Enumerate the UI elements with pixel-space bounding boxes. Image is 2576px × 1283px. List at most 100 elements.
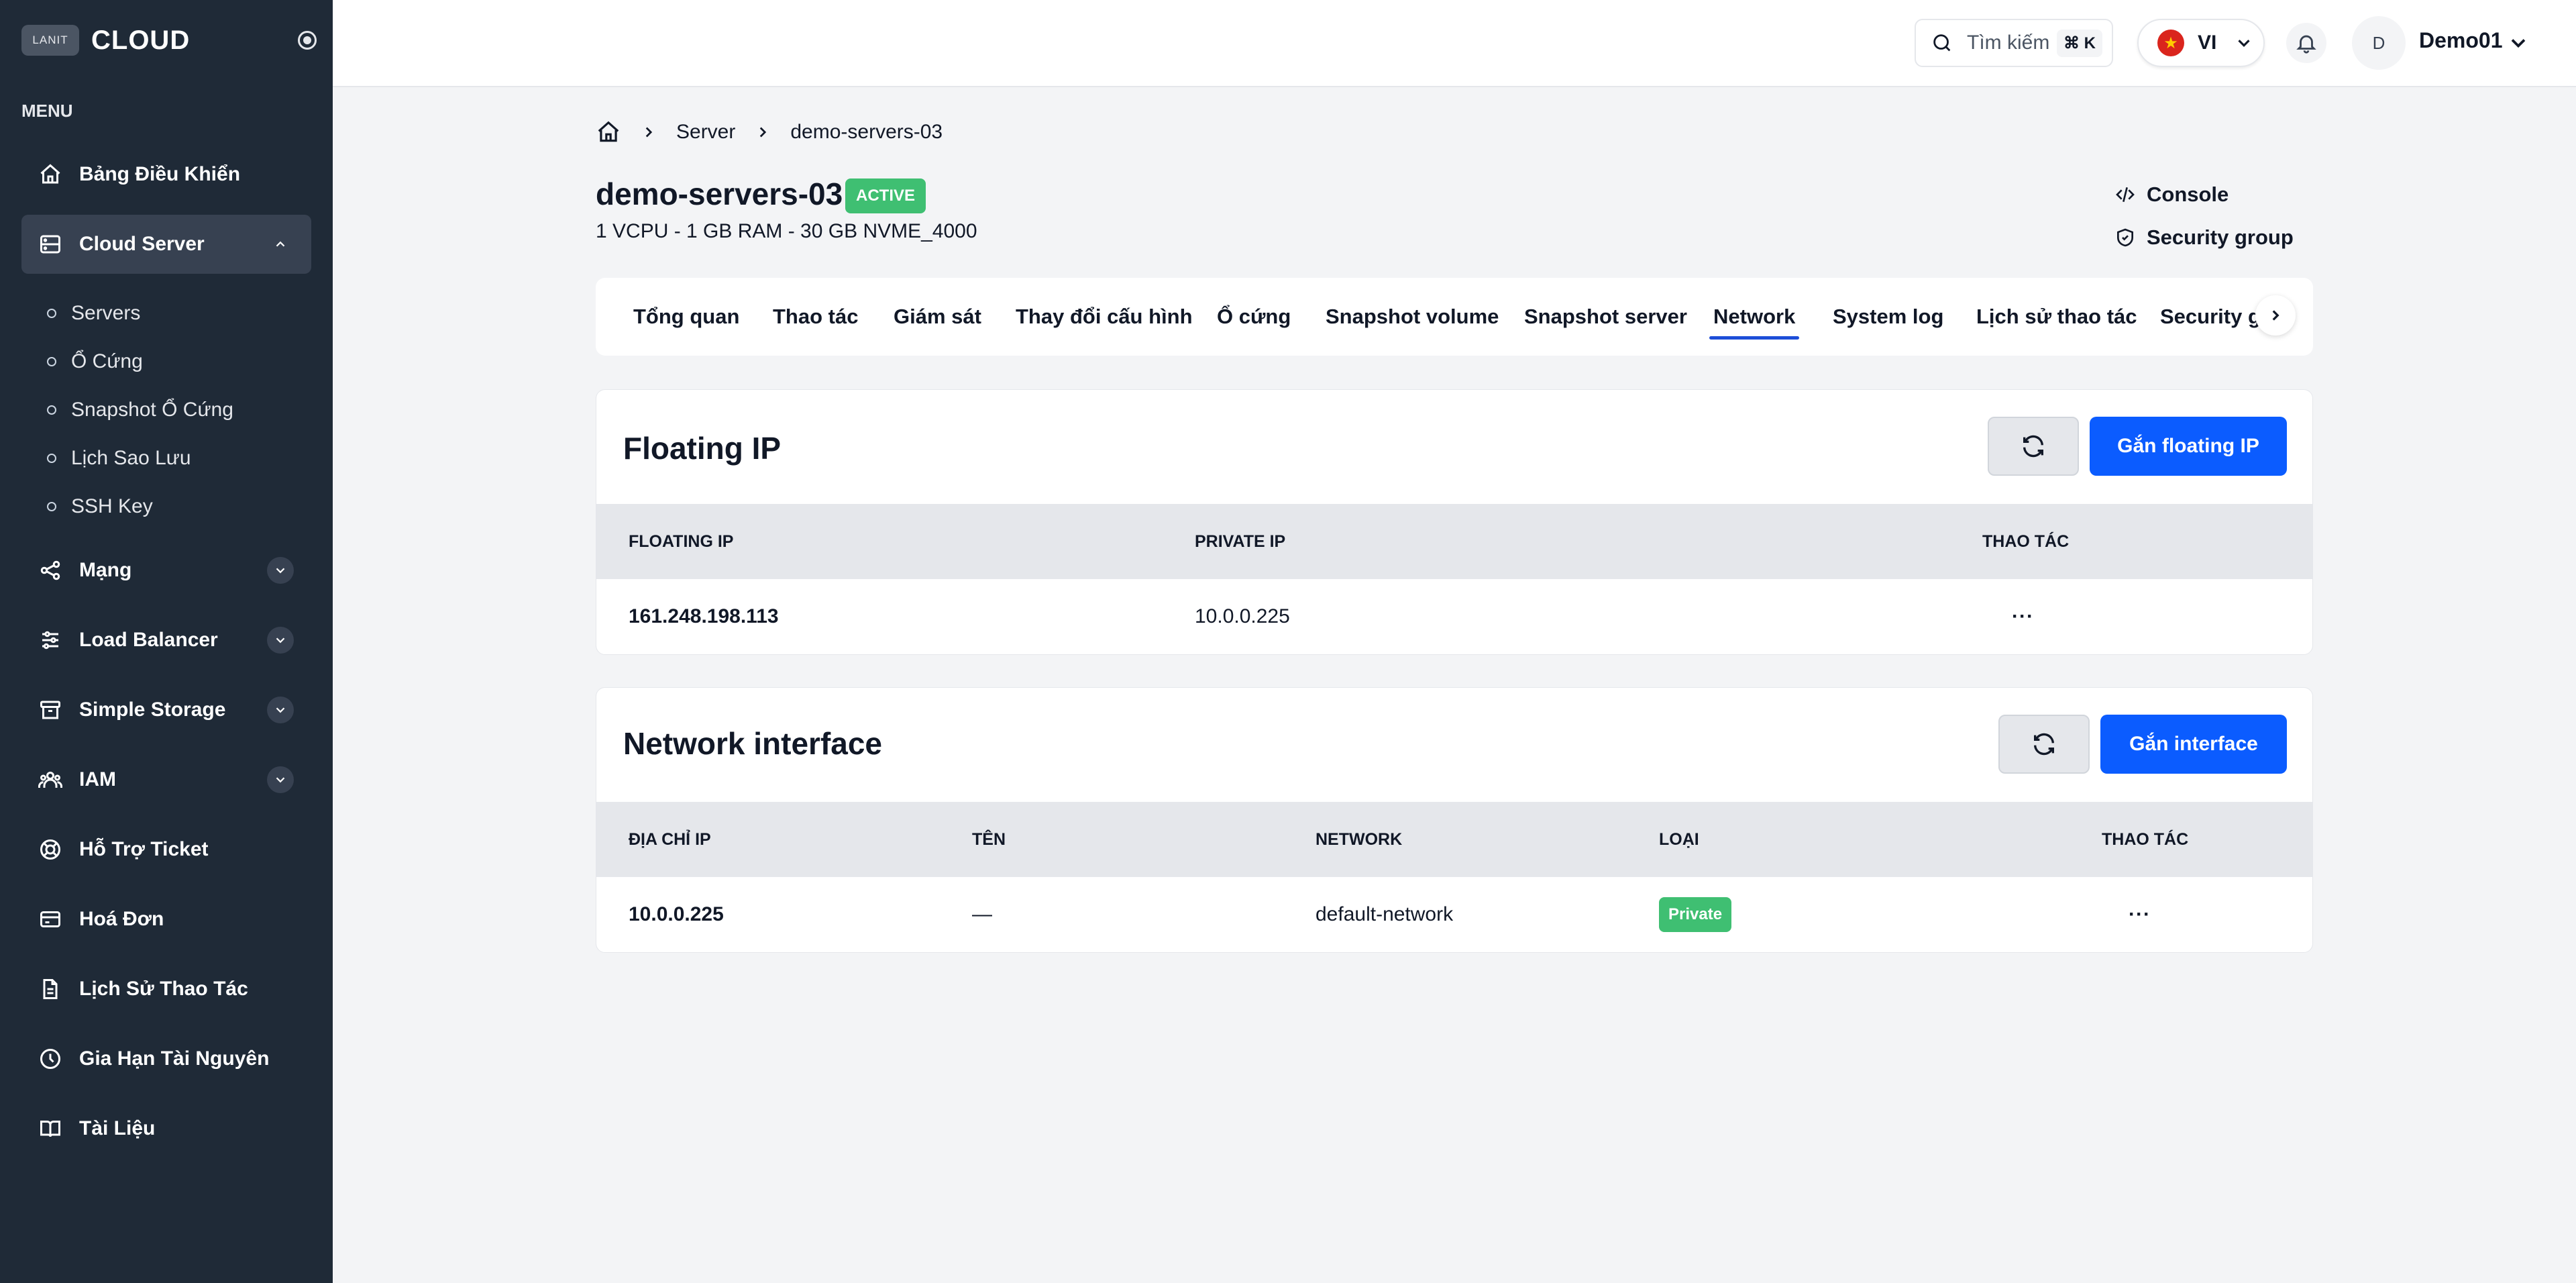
sidebar-subitem-backup-schedule[interactable]: Lịch Sao Lưu xyxy=(47,442,191,475)
attach-floating-ip-button[interactable]: Gắn floating IP xyxy=(2090,417,2287,476)
sidebar-item-cloud-server[interactable]: Cloud Server xyxy=(21,215,311,274)
column-header: LOẠI xyxy=(1659,829,1699,849)
row-actions-menu-icon[interactable]: ··· xyxy=(2012,579,2034,654)
top-header: Tìm kiếm ⌘ K ★ VI D Demo01 xyxy=(333,0,2576,87)
private-ip-value: 10.0.0.225 xyxy=(1195,605,1290,627)
console-link[interactable]: Console xyxy=(2114,180,2229,209)
column-header: ĐỊA CHỈ IP xyxy=(629,829,711,849)
tab-actions[interactable]: Thao tác xyxy=(773,278,858,356)
notification-button[interactable] xyxy=(2286,23,2326,63)
column-header: THAO TÁC xyxy=(2102,829,2189,849)
attach-interface-button[interactable]: Gắn interface xyxy=(2100,715,2287,774)
refresh-icon xyxy=(2023,435,2043,458)
language-code: VI xyxy=(2198,32,2217,54)
sidebar-subitem-servers[interactable]: Servers xyxy=(47,297,140,330)
bullet-icon xyxy=(47,405,56,415)
chevron-right-icon xyxy=(2272,310,2279,321)
sidebar-item-label: Load Balancer xyxy=(79,629,218,651)
tab-volumes[interactable]: Ổ cứng xyxy=(1217,278,1291,356)
vietnam-flag-icon: ★ xyxy=(2157,30,2184,56)
sidebar-item-label: Bảng Điều Khiển xyxy=(79,163,241,185)
share-icon xyxy=(38,558,63,583)
tab-security-group[interactable]: Security g xyxy=(2160,278,2261,356)
column-header: TÊN xyxy=(972,829,1006,849)
sidebar-item-resource-renewal[interactable]: Gia Hạn Tài Nguyên xyxy=(21,1029,311,1088)
sliders-icon xyxy=(38,627,63,653)
sidebar-subitem-label: Lịch Sao Lưu xyxy=(71,447,191,469)
home-icon[interactable] xyxy=(596,119,621,145)
sidebar-item-load-balancer[interactable]: Load Balancer xyxy=(21,611,311,670)
bullet-icon xyxy=(47,502,56,511)
avatar[interactable]: D xyxy=(2352,16,2406,70)
floating-ip-refresh-button[interactable] xyxy=(1988,417,2079,476)
network-interface-refresh-button[interactable] xyxy=(1998,715,2090,774)
sidebar-item-simple-storage[interactable]: Simple Storage xyxy=(21,680,311,739)
floating-ip-card: Floating IP Gắn floating IP FLOATING IP … xyxy=(596,389,2313,655)
tab-monitoring[interactable]: Giám sát xyxy=(894,278,981,356)
column-header: PRIVATE IP xyxy=(1195,531,1286,551)
security-group-link[interactable]: Security group xyxy=(2114,223,2294,252)
page-title: demo-servers-03 xyxy=(596,176,843,211)
tabs-scroll-right-button[interactable] xyxy=(2255,295,2296,336)
bell-icon xyxy=(2296,35,2316,54)
brand-badge: LANIT xyxy=(21,25,79,56)
chevron-down-icon[interactable] xyxy=(267,766,294,793)
sidebar-subitem-ssh-key[interactable]: SSH Key xyxy=(47,490,153,523)
lifebuoy-icon xyxy=(38,837,63,862)
sidebar-item-label: Gia Hạn Tài Nguyên xyxy=(79,1047,270,1070)
sidebar-item-label: Lịch Sử Thao Tác xyxy=(79,978,248,1000)
user-name[interactable]: Demo01 xyxy=(2419,28,2503,53)
bullet-icon xyxy=(47,454,56,463)
breadcrumb-current: demo-servers-03 xyxy=(790,121,943,143)
sidebar-subitem-label: SSH Key xyxy=(71,495,153,517)
chevron-right-icon xyxy=(645,127,653,138)
sidebar: LANIT CLOUD MENU Bảng Điều Khiển Cloud S… xyxy=(0,0,333,1283)
network-interface-card: Network interface Gắn interface ĐỊA CHỈ … xyxy=(596,687,2313,953)
sidebar-item-network[interactable]: Mạng xyxy=(21,541,311,600)
bullet-icon xyxy=(47,357,56,366)
table-row: 10.0.0.225 — default-network Private ··· xyxy=(596,877,2312,952)
breadcrumb-server[interactable]: Server xyxy=(676,121,735,144)
chevron-down-icon[interactable] xyxy=(267,627,294,654)
menu-title: MENU xyxy=(21,101,73,121)
server-specs: 1 VCPU - 1 GB RAM - 30 GB NVME_4000 xyxy=(596,220,977,242)
column-header: NETWORK xyxy=(1316,829,1403,849)
sidebar-item-documentation[interactable]: Tài Liệu xyxy=(21,1099,311,1158)
search-button[interactable]: Tìm kiếm ⌘ K xyxy=(1915,19,2113,67)
sidebar-item-activity-log[interactable]: Lịch Sử Thao Tác xyxy=(21,960,311,1019)
sidebar-item-invoices[interactable]: Hoá Đơn xyxy=(21,890,311,949)
shield-check-icon xyxy=(2117,228,2133,247)
network-interface-title: Network interface xyxy=(623,726,883,761)
sidebar-item-iam[interactable]: IAM xyxy=(21,750,311,809)
tab-snapshot-volume[interactable]: Snapshot volume xyxy=(1326,278,1499,356)
brand-name: CLOUD xyxy=(91,25,191,55)
tab-system-log[interactable]: System log xyxy=(1833,278,1943,356)
sidebar-toggle-icon[interactable] xyxy=(298,31,317,50)
brand-logo[interactable]: LANIT CLOUD xyxy=(21,23,317,58)
file-icon xyxy=(38,976,63,1002)
sidebar-subitem-label: Servers xyxy=(71,302,141,324)
language-selector[interactable]: ★ VI xyxy=(2137,19,2265,67)
floating-ip-value: 161.248.198.113 xyxy=(629,605,779,627)
sidebar-item-dashboard[interactable]: Bảng Điều Khiển xyxy=(21,145,311,204)
status-badge: ACTIVE xyxy=(845,178,926,213)
search-placeholder: Tìm kiếm xyxy=(1967,32,2050,54)
column-header: THAO TÁC xyxy=(1982,531,2070,551)
tab-activity-history[interactable]: Lịch sử thao tác xyxy=(1976,278,2137,356)
tab-overview[interactable]: Tổng quan xyxy=(633,278,739,356)
chevron-down-icon[interactable] xyxy=(267,557,294,584)
search-shortcut: ⌘ K xyxy=(2057,29,2102,57)
chevron-right-icon xyxy=(760,127,767,138)
tab-resize[interactable]: Thay đổi cấu hình xyxy=(1016,278,1193,356)
chevron-up-icon[interactable] xyxy=(267,231,294,258)
tab-network[interactable]: Network xyxy=(1709,278,1800,356)
row-actions-menu-icon[interactable]: ··· xyxy=(2129,877,2151,952)
sidebar-subitem-volumes[interactable]: Ổ Cứng xyxy=(47,345,143,378)
interface-ip-value: 10.0.0.225 xyxy=(629,903,724,925)
chevron-down-icon[interactable] xyxy=(2506,31,2530,55)
sidebar-item-support-ticket[interactable]: Hỗ Trợ Ticket xyxy=(21,820,311,879)
chevron-down-icon[interactable] xyxy=(267,697,294,723)
sidebar-item-label: IAM xyxy=(79,768,116,790)
sidebar-subitem-volume-snapshots[interactable]: Snapshot Ổ Cứng xyxy=(47,393,233,427)
tab-snapshot-server[interactable]: Snapshot server xyxy=(1524,278,1687,356)
